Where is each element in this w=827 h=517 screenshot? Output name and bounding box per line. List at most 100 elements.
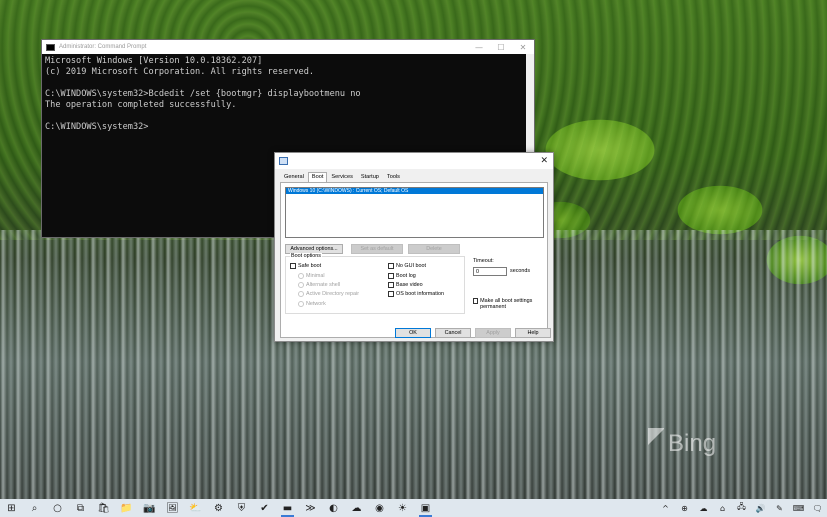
dialog-close-button[interactable]: ✕ [540,155,548,166]
ad-repair-option[interactable]: Active Directory repair [298,291,359,297]
cmd-console[interactable]: Microsoft Windows [Version 10.0.18362.20… [42,54,534,135]
console-line: The operation completed successfully. [45,100,237,110]
help-button[interactable]: Help [515,328,551,338]
minimal-radio[interactable] [298,273,304,279]
settings-icon[interactable]: ⚙ [207,499,230,517]
tray-icon[interactable]: ⊕ [675,504,694,513]
msconfig-app-icon [279,157,288,165]
system-tray: ^ ⊕ ☁ ⌂ 🖧 🔊 ✎ ⌨ 🗨 [656,501,827,515]
console-line: Microsoft Windows [Version 10.0.18362.20… [45,56,263,66]
dialog-tabs: General Boot Services Startup Tools [280,172,404,182]
cancel-button[interactable]: Cancel [435,328,471,338]
boot-options-group: Boot options Safe boot Minimal Alternate… [285,253,465,314]
store-icon[interactable]: 🛍 [92,499,115,517]
tab-general[interactable]: General [280,172,308,182]
tray-icon[interactable]: ⌨ [789,504,808,513]
cortana-icon[interactable]: ○ [46,499,69,517]
safe-boot-option[interactable]: Safe boot [290,263,321,269]
safe-boot-checkbox[interactable] [290,263,296,269]
photos-icon[interactable]: 🖼 [161,499,184,517]
no-gui-boot-option[interactable]: No GUI boot [388,263,426,269]
tray-icon[interactable]: 🗨 [808,504,827,513]
base-video-label: Base video [396,282,423,288]
set-as-default-button[interactable]: Set as default [351,244,403,254]
tray-icon[interactable]: ☁ [694,504,713,513]
skype-icon[interactable]: ☁ [345,499,368,517]
alternate-shell-option[interactable]: Alternate shell [298,282,340,288]
base-video-option[interactable]: Base video [388,282,423,288]
windows-icon[interactable]: ⊞ [0,499,23,517]
tab-startup[interactable]: Startup [357,172,383,182]
boot-log-label: Boot log [396,273,416,279]
boot-log-option[interactable]: Boot log [388,273,416,279]
base-video-checkbox[interactable] [388,282,394,288]
maximize-button[interactable]: ☐ [490,43,512,52]
delete-button[interactable]: Delete [408,244,460,254]
terminal-icon[interactable]: ▬ [276,499,299,517]
make-permanent-label: Make all boot settings permanent [480,298,533,310]
os-list-item[interactable]: Windows 10 (C:\WINDOWS) : Current OS; De… [286,188,543,194]
chrome-icon[interactable]: ◉ [368,499,391,517]
minimal-label: Minimal [306,273,325,279]
make-permanent-option[interactable]: Make all boot settings permanent [473,298,543,310]
taskbar: ⊞ ⌕ ○ ⧉ 🛍 📁 📷 🖼 ⛅ ⚙ ⛨ ✔ ▬ ≫ ◐ ☁ ◉ ☀ ▣ ^ ⊕ ☁ ⌂ 🖧 🔊 ✎ ⌨ 🗨 [0,499,827,517]
todo-icon[interactable]: ✔ [253,499,276,517]
weather-icon[interactable]: ⛅ [184,499,207,517]
powershell-icon[interactable]: ≫ [299,499,322,517]
network-label: Network [306,301,326,307]
bing-text: Bing [668,430,717,457]
msconfig-icon[interactable]: ▣ [414,499,437,517]
camera-icon[interactable]: 📷 [138,499,161,517]
make-permanent-checkbox[interactable] [473,298,479,304]
ad-repair-label: Active Directory repair [306,291,360,297]
tab-services[interactable]: Services [327,172,356,182]
shield-icon[interactable]: ⛨ [230,499,253,517]
bing-watermark: Bing [648,428,716,458]
tray-icon[interactable]: 🔊 [751,504,770,513]
tray-icon[interactable]: ✎ [770,504,789,513]
task-view-icon[interactable]: ⧉ [69,499,92,517]
tray-icon[interactable]: ^ [656,504,675,513]
tray-icon[interactable]: 🖧 [732,501,751,515]
os-boot-info-label: OS boot information [396,291,444,297]
console-line: C:\WINDOWS\system32> [45,122,149,132]
ok-button[interactable]: OK [395,328,431,338]
tray-icon[interactable]: ⌂ [713,504,732,513]
timeout-label: Timeout: [473,258,494,264]
cmd-title: Administrator: Command Prompt [59,44,147,50]
alternate-shell-radio[interactable] [298,282,304,288]
no-gui-boot-checkbox[interactable] [388,263,394,269]
cmd-app-icon [46,43,55,51]
console-line: C:\WINDOWS\system32>Bcdedit /set {bootmg… [45,89,361,99]
boot-options-label: Boot options [290,253,322,259]
apply-button[interactable]: Apply [475,328,511,338]
boot-log-checkbox[interactable] [388,273,394,279]
os-list[interactable]: Windows 10 (C:\WINDOWS) : Current OS; De… [285,187,544,238]
ad-repair-radio[interactable] [298,291,304,297]
cmd-title-bar[interactable]: Administrator: Command Prompt — ☐ ✕ [42,40,534,54]
network-option[interactable]: Network [298,301,326,307]
network-radio[interactable] [298,301,304,307]
safe-boot-label: Safe boot [298,263,322,269]
tab-boot[interactable]: Boot [307,172,328,182]
edge-icon[interactable]: ◐ [322,499,345,517]
os-boot-info-option[interactable]: OS boot information [388,291,444,297]
system-configuration-dialog[interactable]: ✕ General Boot Services Startup Tools Wi… [274,152,554,342]
minimize-button[interactable]: — [468,43,490,52]
tab-tools[interactable]: Tools [383,172,404,182]
os-boot-info-checkbox[interactable] [388,291,394,297]
bing-logo-icon [648,428,664,454]
close-button[interactable]: ✕ [512,43,534,52]
search-icon[interactable]: ⌕ [23,499,46,517]
file-explorer-icon[interactable]: 📁 [115,499,138,517]
console-line: (c) 2019 Microsoft Corporation. All righ… [45,67,315,77]
dialog-title-bar[interactable]: ✕ [275,153,553,169]
minimal-option[interactable]: Minimal [298,273,325,279]
tips-icon[interactable]: ☀ [391,499,414,517]
no-gui-boot-label: No GUI boot [396,263,426,269]
alternate-shell-label: Alternate shell [306,282,341,288]
seconds-label: seconds [510,268,531,274]
timeout-input[interactable]: 0 [473,267,507,276]
